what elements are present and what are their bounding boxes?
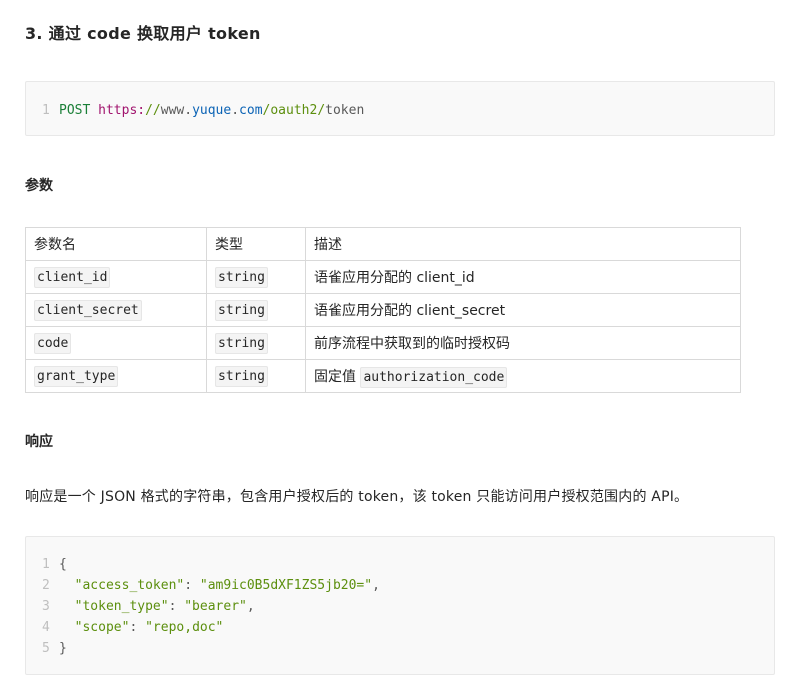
json-value: "am9ic0B5dXF1ZS5jb20=" [199, 578, 373, 593]
table-row: client_id string 语雀应用分配的 client_id [25, 260, 741, 294]
header-desc: 描述 [305, 227, 741, 261]
response-description: 响应是一个 JSON 格式的字符串，包含用户授权后的 token，该 token… [25, 489, 689, 505]
param-type: string [215, 300, 268, 321]
line-number: 1 [42, 557, 50, 572]
param-type: string [215, 267, 268, 288]
code-line: 1{ [26, 554, 774, 575]
param-name: client_secret [34, 300, 142, 321]
table-row: grant_type string 固定值 authorization_code [25, 359, 741, 393]
url-www: www. [160, 103, 193, 118]
param-name: grant_type [34, 366, 119, 387]
table-row: client_secret string 语雀应用分配的 client_secr… [25, 293, 741, 327]
param-name: code [34, 333, 72, 354]
open-brace: { [59, 557, 67, 572]
line-number: 4 [42, 620, 50, 635]
url-tld: com [239, 103, 263, 118]
url-protocol: https: [98, 103, 146, 118]
params-table: 参数名 类型 描述 client_id string 语雀应用分配的 clien… [25, 227, 741, 393]
code-line: 5} [26, 638, 774, 659]
json-trail: , [372, 578, 380, 593]
url-dot: . [231, 103, 240, 118]
param-desc-code: authorization_code [360, 367, 508, 388]
code-line: 2 "access_token": "am9ic0B5dXF1ZS5jb20="… [26, 575, 774, 596]
table-row: code string 前序流程中获取到的临时授权码 [25, 326, 741, 360]
section-title: 3. 通过 code 换取用户 token [25, 24, 261, 43]
json-key: "token_type" [74, 599, 169, 614]
http-method: POST [59, 103, 91, 118]
json-sep: : [129, 620, 146, 635]
param-type: string [215, 333, 268, 354]
line-number: 1 [42, 103, 50, 118]
close-brace: } [59, 641, 67, 656]
url-endpoint: token [325, 103, 365, 118]
json-key: "access_token" [74, 578, 185, 593]
header-type: 类型 [206, 227, 306, 261]
header-name: 参数名 [25, 227, 207, 261]
json-sep: : [168, 599, 185, 614]
line-number: 5 [42, 641, 50, 656]
code-line: 4 "scope": "repo,doc" [26, 617, 774, 638]
response-heading: 响应 [25, 434, 53, 450]
line-number: 3 [42, 599, 50, 614]
table-header-row: 参数名 类型 描述 [25, 227, 741, 261]
response-code-block[interactable]: 1{ 2 "access_token": "am9ic0B5dXF1ZS5jb2… [25, 536, 775, 675]
params-heading: 参数 [25, 178, 53, 194]
code-line: 1 POST https://www.yuque.com/oauth2/token [26, 100, 774, 121]
request-code-block[interactable]: 1 POST https://www.yuque.com/oauth2/token [25, 81, 775, 136]
param-type: string [215, 366, 268, 387]
code-line: 3 "token_type": "bearer", [26, 596, 774, 617]
param-desc: 前序流程中获取到的临时授权码 [305, 326, 741, 360]
param-name: client_id [34, 267, 111, 288]
param-desc: 语雀应用分配的 client_secret [305, 293, 741, 327]
json-value: "repo,doc" [145, 620, 224, 635]
param-desc-cell: 固定值 authorization_code [305, 359, 741, 393]
json-sep: : [184, 578, 200, 593]
json-trail: , [246, 599, 255, 614]
line-number: 2 [42, 578, 50, 593]
url-domain: yuque [192, 103, 232, 118]
json-key: "scope" [74, 620, 130, 635]
url-slashes: // [145, 103, 161, 118]
param-desc: 语雀应用分配的 client_id [305, 260, 741, 294]
url-path: /oauth2/ [262, 103, 326, 118]
param-desc: 固定值 [314, 369, 361, 385]
json-value: "bearer" [184, 599, 247, 614]
